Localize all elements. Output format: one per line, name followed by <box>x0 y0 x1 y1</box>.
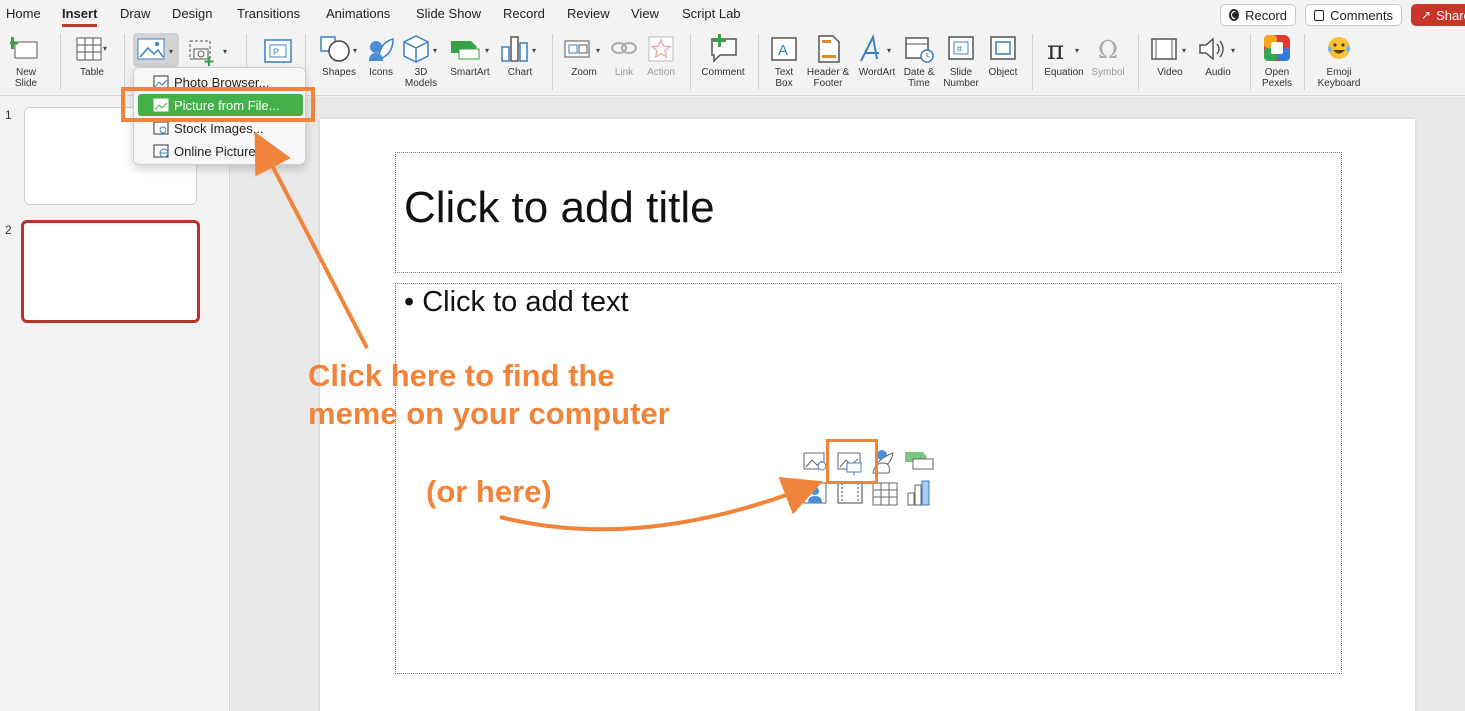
annotation-main-text: Click here to find the meme on your comp… <box>308 357 670 433</box>
annotation-main-line-1: Click here to find the <box>308 358 615 393</box>
annotation-arrow-up <box>254 131 369 349</box>
annotation-secondary-text: (or here) <box>426 474 552 509</box>
annotation-arrows <box>254 131 823 532</box>
annotation-main-line-2: meme on your computer <box>308 396 670 431</box>
